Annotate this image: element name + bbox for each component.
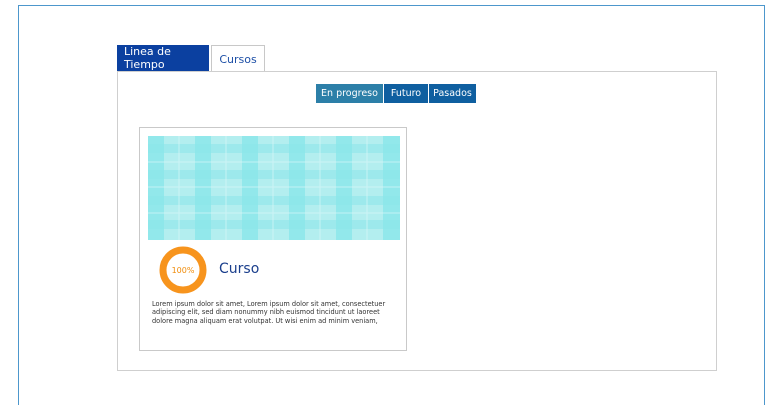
- filter-en-progreso-button[interactable]: En progreso: [316, 84, 384, 103]
- course-card[interactable]: 100% Curso Lorem ipsum dolor sit amet, L…: [139, 127, 407, 351]
- course-description: Lorem ipsum dolor sit amet, Lorem ipsum …: [152, 300, 386, 325]
- tab-label: Cursos: [219, 52, 257, 66]
- filter-label: En progreso: [321, 88, 378, 99]
- filter-label: Futuro: [390, 88, 422, 99]
- filter-button-group: En progreso Futuro Pasados: [316, 84, 476, 103]
- filter-label: Pasados: [433, 88, 472, 99]
- filter-pasados-button[interactable]: Pasados: [429, 84, 476, 103]
- tab-linea-de-tiempo[interactable]: Linea de Tiempo: [117, 45, 209, 71]
- course-image[interactable]: [148, 136, 400, 240]
- tab-bar: Linea de Tiempo Cursos: [117, 45, 267, 72]
- tab-cursos[interactable]: Cursos: [211, 45, 265, 72]
- filter-futuro-button[interactable]: Futuro: [384, 84, 429, 103]
- progress-percent-label: 100%: [171, 265, 195, 275]
- tab-label: Linea de Tiempo: [124, 45, 171, 71]
- course-title-link[interactable]: Curso: [219, 261, 259, 277]
